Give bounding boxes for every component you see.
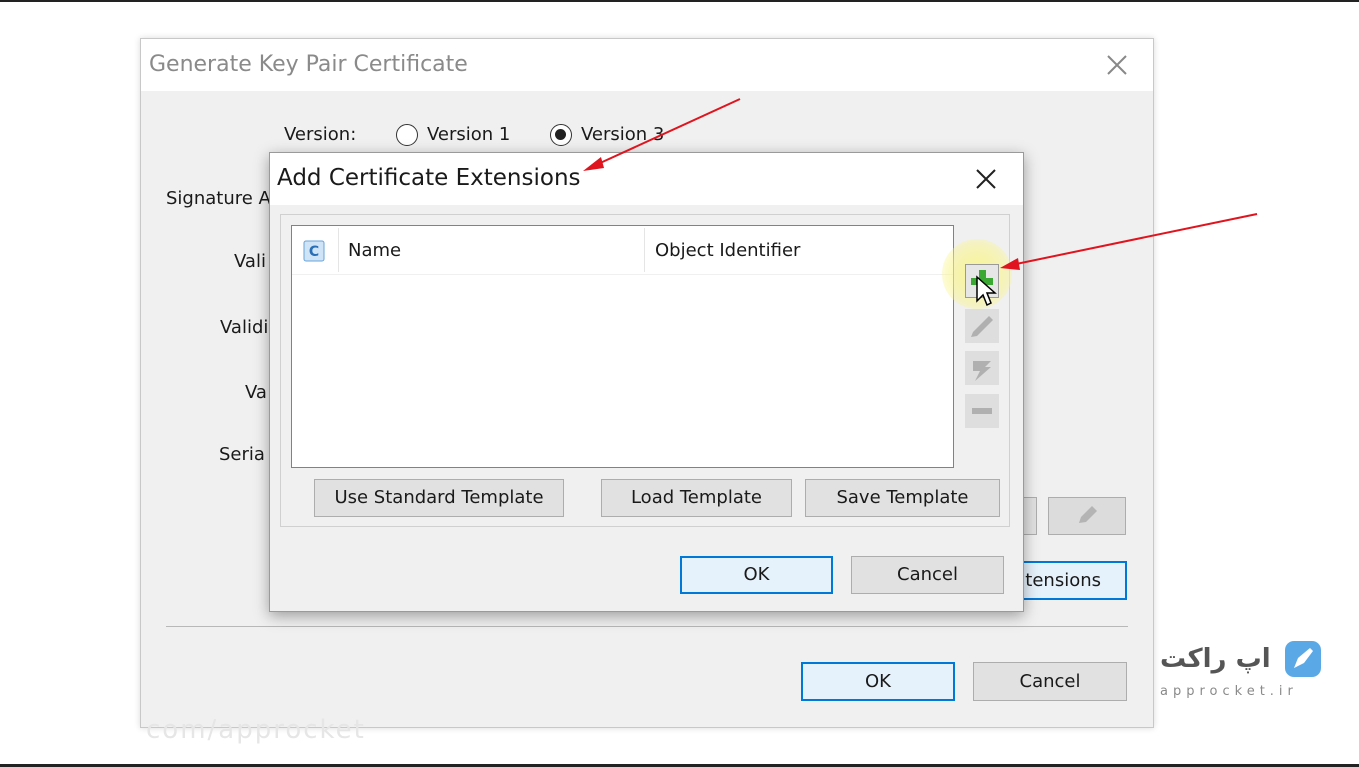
rocket-logo-icon bbox=[1285, 641, 1321, 677]
annotation-arrows bbox=[583, 98, 1258, 270]
brand-name: اپ راکت bbox=[1160, 644, 1271, 674]
arrow-to-title-icon bbox=[583, 98, 741, 171]
arrow-to-add-button-icon bbox=[1000, 213, 1258, 270]
branding: اپ راکت approcket.ir bbox=[1160, 640, 1330, 710]
brand-url: approcket.ir bbox=[1160, 684, 1298, 699]
